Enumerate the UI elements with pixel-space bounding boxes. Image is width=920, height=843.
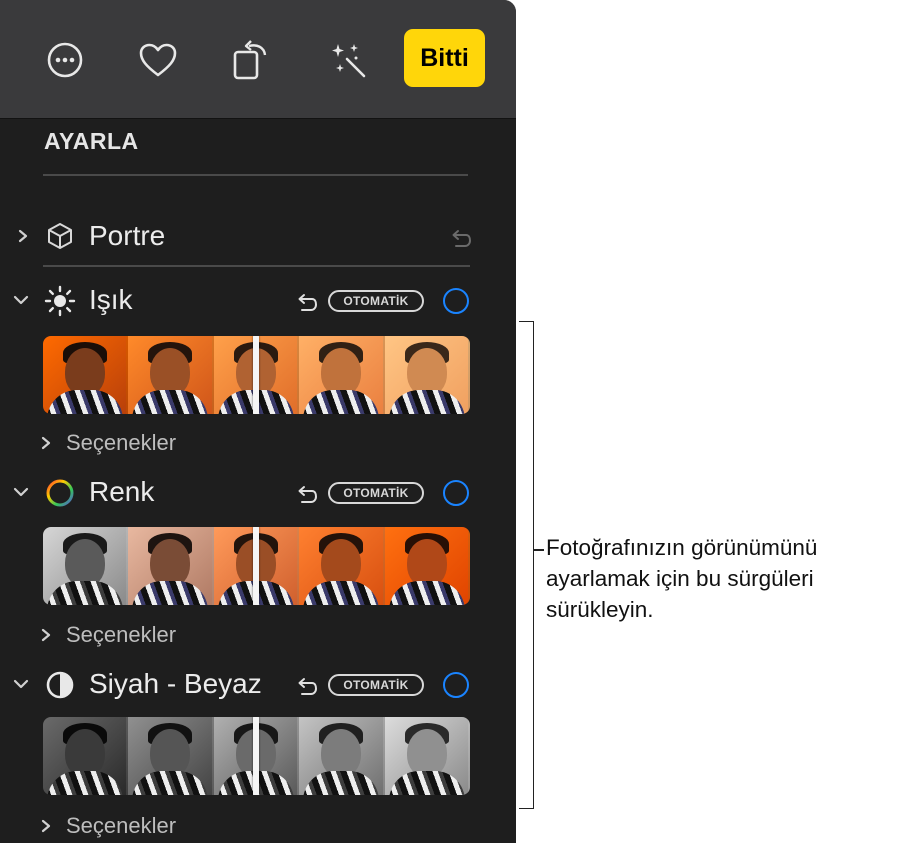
toolbar: Bitti bbox=[0, 0, 516, 119]
color-circle-icon bbox=[46, 479, 74, 507]
light-label[interactable]: Işık bbox=[89, 284, 133, 316]
revert-icon[interactable] bbox=[294, 675, 318, 697]
more-icon[interactable] bbox=[38, 33, 92, 87]
toggle-ring[interactable] bbox=[443, 480, 469, 506]
light-options[interactable]: Seçenekler bbox=[40, 430, 176, 456]
heading-divider bbox=[43, 174, 468, 176]
auto-button[interactable]: OTOMATİK bbox=[328, 290, 424, 312]
color-options[interactable]: Seçenekler bbox=[40, 622, 176, 648]
adjust-panel: Bitti AYARLA Portre Işık OTOMATİK Seçene… bbox=[0, 0, 516, 843]
photo-thumbnail bbox=[128, 527, 214, 605]
photo-thumbnail bbox=[128, 717, 214, 795]
chevron-down-icon[interactable] bbox=[12, 485, 30, 499]
color-label[interactable]: Renk bbox=[89, 476, 154, 508]
color-slider-strip[interactable] bbox=[43, 527, 470, 605]
chevron-down-icon[interactable] bbox=[12, 677, 30, 691]
cube-icon bbox=[48, 223, 72, 249]
photo-thumbnail bbox=[128, 336, 214, 414]
photo-thumbnail bbox=[384, 717, 470, 795]
callout-bracket bbox=[519, 321, 534, 809]
portre-label[interactable]: Portre bbox=[89, 220, 165, 252]
callout-tick bbox=[533, 549, 544, 551]
photo-thumbnail bbox=[43, 717, 129, 795]
callout-text: Fotoğrafınızın görünümünü ayarlamak için… bbox=[546, 532, 916, 625]
photo-thumbnail bbox=[299, 336, 385, 414]
options-label: Seçenekler bbox=[66, 813, 177, 838]
rotate-icon[interactable] bbox=[224, 33, 278, 87]
panel-heading: AYARLA bbox=[44, 128, 139, 154]
photo-thumbnail bbox=[43, 527, 129, 605]
chevron-right-icon bbox=[41, 628, 51, 642]
magic-wand-icon[interactable] bbox=[321, 33, 375, 87]
revert-icon[interactable] bbox=[294, 483, 318, 505]
sun-icon bbox=[44, 285, 76, 317]
bw-slider-strip[interactable] bbox=[43, 717, 470, 795]
portre-divider bbox=[43, 265, 470, 267]
bw-options[interactable]: Seçenekler bbox=[40, 813, 176, 839]
auto-button[interactable]: OTOMATİK bbox=[328, 674, 424, 696]
light-slider-strip[interactable] bbox=[43, 336, 470, 414]
heart-icon[interactable] bbox=[131, 33, 185, 87]
callout-line: Fotoğrafınızın görünümünü bbox=[546, 535, 818, 560]
photo-thumbnail bbox=[299, 717, 385, 795]
photo-thumbnail bbox=[43, 336, 129, 414]
slider-handle[interactable] bbox=[253, 336, 259, 414]
done-button[interactable]: Bitti bbox=[404, 29, 485, 87]
options-label: Seçenekler bbox=[66, 622, 177, 647]
callout-line: sürükleyin. bbox=[546, 597, 654, 622]
slider-handle[interactable] bbox=[253, 717, 259, 795]
bw-label[interactable]: Siyah - Beyaz bbox=[89, 668, 262, 700]
toggle-ring[interactable] bbox=[443, 288, 469, 314]
photo-thumbnail bbox=[299, 527, 385, 605]
auto-button[interactable]: OTOMATİK bbox=[328, 482, 424, 504]
revert-icon[interactable] bbox=[294, 291, 318, 313]
chevron-right-icon bbox=[41, 819, 51, 833]
half-circle-icon bbox=[46, 671, 74, 699]
chevron-down-icon[interactable] bbox=[12, 293, 30, 307]
revert-icon bbox=[452, 230, 472, 247]
options-label: Seçenekler bbox=[66, 430, 177, 455]
chevron-right-icon bbox=[41, 436, 51, 450]
photo-thumbnail bbox=[384, 336, 470, 414]
toggle-ring[interactable] bbox=[443, 672, 469, 698]
chevron-right-icon[interactable] bbox=[16, 228, 30, 244]
slider-handle[interactable] bbox=[253, 527, 259, 605]
callout-line: ayarlamak için bu sürgüleri bbox=[546, 566, 814, 591]
photo-thumbnail bbox=[384, 527, 470, 605]
